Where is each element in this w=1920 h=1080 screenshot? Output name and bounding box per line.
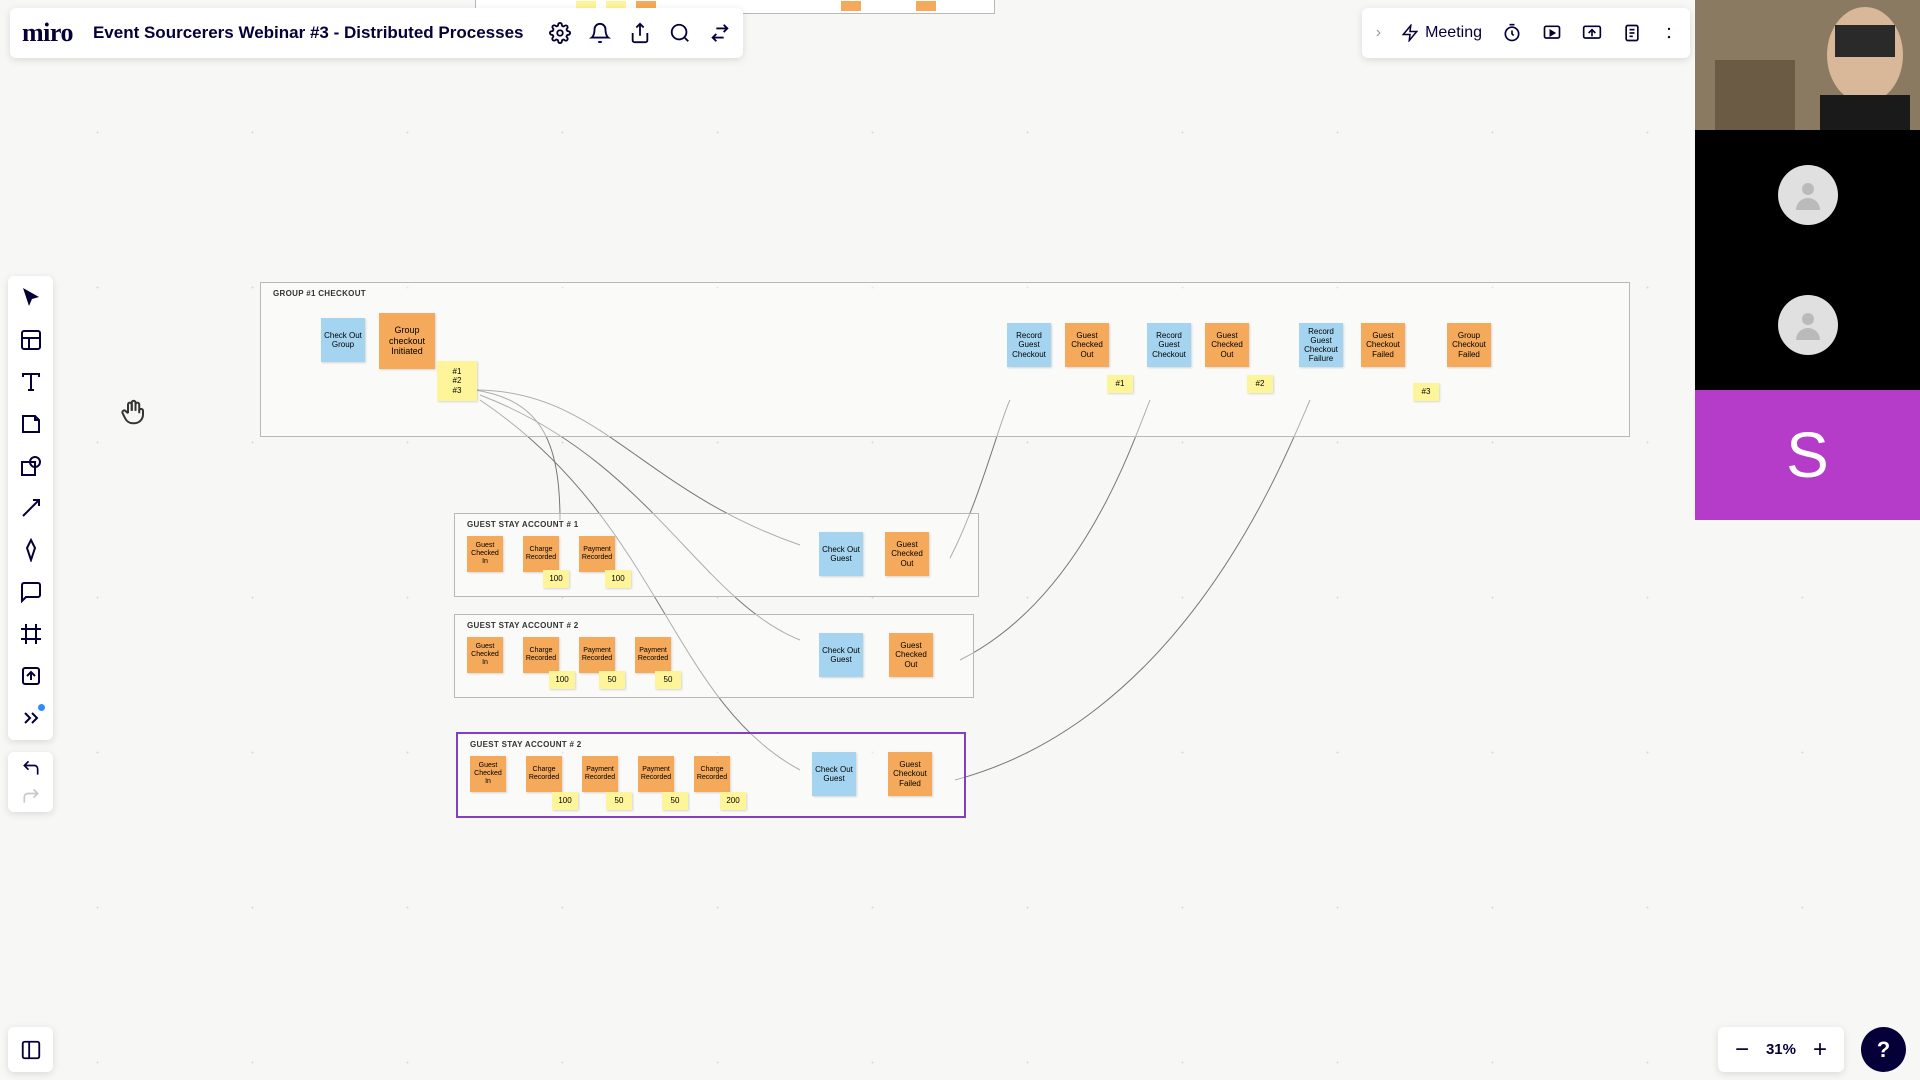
undo-button[interactable] bbox=[21, 758, 41, 778]
sticky-event[interactable]: Guest Checked In bbox=[467, 536, 503, 572]
sticky-tag[interactable]: 50 bbox=[662, 792, 688, 810]
sticky-note[interactable]: #1 #2 #3 bbox=[437, 361, 477, 401]
upload-tool[interactable] bbox=[19, 664, 43, 688]
sticky-tag[interactable]: 100 bbox=[549, 671, 575, 689]
sticky-tag[interactable]: 200 bbox=[720, 792, 746, 810]
frame-title: GUEST STAY ACCOUNT # 2 bbox=[470, 740, 582, 749]
collapse-collab-icon[interactable]: › bbox=[1376, 24, 1381, 42]
participant-avatar-2[interactable] bbox=[1695, 130, 1920, 260]
notes-icon[interactable] bbox=[1622, 23, 1642, 43]
pen-tool[interactable] bbox=[19, 538, 43, 562]
select-tool[interactable] bbox=[19, 286, 43, 310]
frame-guest-3[interactable]: GUEST STAY ACCOUNT # 2 Guest Checked In … bbox=[456, 732, 966, 818]
sticky-event[interactable]: Payment Recorded bbox=[635, 637, 671, 673]
meeting-button[interactable]: Meeting bbox=[1401, 24, 1482, 42]
avatar-placeholder-icon bbox=[1778, 165, 1838, 225]
frame-guest-1[interactable]: GUEST STAY ACCOUNT # 1 Guest Checked In … bbox=[454, 513, 979, 597]
sticky-event[interactable]: Guest Checked In bbox=[467, 637, 503, 673]
screen-share-icon[interactable] bbox=[1582, 23, 1602, 43]
sticky-tag[interactable]: 50 bbox=[655, 671, 681, 689]
collab-bar: › Meeting bbox=[1362, 8, 1690, 58]
frame-title: GROUP #1 CHECKOUT bbox=[273, 289, 366, 298]
redo-button bbox=[21, 786, 41, 806]
sticky-event[interactable]: Charge Recorded bbox=[523, 637, 559, 673]
canvas[interactable]: GROUP #1 CHECKOUT Check Out Group Group … bbox=[0, 0, 1920, 1080]
shape-tool[interactable] bbox=[19, 454, 43, 478]
participant-initial: S bbox=[1786, 418, 1829, 492]
zoom-in-button[interactable]: + bbox=[1810, 1038, 1830, 1062]
sticky-command[interactable]: Check Out Group bbox=[321, 318, 365, 362]
sticky-event[interactable]: Charge Recorded bbox=[526, 756, 562, 792]
sticky-tag[interactable]: 100 bbox=[543, 570, 569, 588]
sticky-event[interactable]: Guest Checked Out bbox=[1205, 323, 1249, 367]
undo-redo-bar bbox=[8, 752, 53, 812]
sticky-command[interactable]: Check Out Guest bbox=[819, 532, 863, 576]
sticky-tag[interactable]: 50 bbox=[599, 671, 625, 689]
frame-title: GUEST STAY ACCOUNT # 2 bbox=[467, 621, 579, 630]
sticky-command[interactable]: Record Guest Checkout bbox=[1007, 323, 1051, 367]
participant-camera-1[interactable] bbox=[1695, 0, 1920, 130]
text-tool[interactable] bbox=[19, 370, 43, 394]
sticky-event[interactable]: Payment Recorded bbox=[579, 637, 615, 673]
sticky-tag[interactable]: 50 bbox=[606, 792, 632, 810]
present-icon[interactable] bbox=[1542, 23, 1562, 43]
sticky-tag[interactable]: 100 bbox=[605, 570, 631, 588]
sticky-event[interactable]: Group Checkout Failed bbox=[1447, 323, 1491, 367]
sticky-event[interactable]: Payment Recorded bbox=[638, 756, 674, 792]
settings-icon[interactable] bbox=[549, 22, 571, 44]
more-collab-icon[interactable] bbox=[1662, 23, 1676, 43]
sticky-event[interactable]: Charge Recorded bbox=[694, 756, 730, 792]
sticky-event[interactable]: Guest Checked Out bbox=[1065, 323, 1109, 367]
help-button[interactable]: ? bbox=[1861, 1027, 1906, 1072]
bell-icon[interactable] bbox=[589, 22, 611, 44]
board-title[interactable]: Event Sourcerers Webinar #3 - Distribute… bbox=[93, 23, 524, 43]
zoom-value[interactable]: 31% bbox=[1766, 1041, 1796, 1058]
timer-icon[interactable] bbox=[1502, 23, 1522, 43]
sticky-tag[interactable]: #1 bbox=[1107, 375, 1133, 393]
participant-avatar-3[interactable] bbox=[1695, 260, 1920, 390]
sticky-tag[interactable]: #3 bbox=[1413, 383, 1439, 401]
zoom-out-button[interactable]: − bbox=[1732, 1038, 1752, 1062]
search-icon[interactable] bbox=[669, 22, 691, 44]
sticky-event[interactable]: Guest Checked In bbox=[470, 756, 506, 792]
connection-tool[interactable] bbox=[19, 496, 43, 520]
sticky-event[interactable]: Payment Recorded bbox=[582, 756, 618, 792]
avatar-placeholder-icon bbox=[1778, 295, 1838, 355]
meeting-label: Meeting bbox=[1425, 24, 1482, 42]
frame-group-checkout[interactable]: GROUP #1 CHECKOUT Check Out Group Group … bbox=[260, 282, 1630, 437]
sticky-event[interactable]: Payment Recorded bbox=[579, 536, 615, 572]
sticky-event[interactable]: Group checkout Initiated bbox=[379, 313, 435, 369]
frame-guest-2[interactable]: GUEST STAY ACCOUNT # 2 Guest Checked In … bbox=[454, 614, 974, 698]
sticky-event[interactable]: Guest Checked Out bbox=[889, 633, 933, 677]
frame-tool[interactable] bbox=[19, 622, 43, 646]
minimap-button[interactable] bbox=[8, 1027, 53, 1072]
sticky-command[interactable]: Record Guest Checkout bbox=[1147, 323, 1191, 367]
sticky-tag[interactable]: 100 bbox=[552, 792, 578, 810]
left-toolbar bbox=[8, 276, 53, 740]
video-panel: S bbox=[1695, 0, 1920, 520]
sticky-command[interactable]: Check Out Guest bbox=[812, 752, 856, 796]
sticky-command[interactable]: Record Guest Checkout Failure bbox=[1299, 323, 1343, 367]
sticky-event[interactable]: Guest Checked Out bbox=[885, 532, 929, 576]
templates-tool[interactable] bbox=[19, 328, 43, 352]
sticky-tag[interactable]: #2 bbox=[1247, 375, 1273, 393]
sticky-event[interactable]: Guest Checkout Failed bbox=[1361, 323, 1405, 367]
help-label: ? bbox=[1877, 1037, 1890, 1063]
sticky-event[interactable]: Charge Recorded bbox=[523, 536, 559, 572]
switch-icon[interactable] bbox=[709, 22, 731, 44]
header-bar: miro Event Sourcerers Webinar #3 - Distr… bbox=[10, 8, 743, 58]
hand-cursor-icon bbox=[118, 397, 148, 427]
sticky-tool[interactable] bbox=[19, 412, 43, 436]
more-tools[interactable] bbox=[19, 706, 43, 730]
participant-letter-4[interactable]: S bbox=[1695, 390, 1920, 520]
sticky-command[interactable]: Check Out Guest bbox=[819, 633, 863, 677]
comment-tool[interactable] bbox=[19, 580, 43, 604]
export-icon[interactable] bbox=[629, 22, 651, 44]
frame-title: GUEST STAY ACCOUNT # 1 bbox=[467, 520, 579, 529]
sticky-event[interactable]: Guest Checkout Failed bbox=[888, 752, 932, 796]
zoom-controls: − 31% + bbox=[1718, 1027, 1844, 1072]
miro-logo[interactable]: miro bbox=[22, 18, 73, 48]
